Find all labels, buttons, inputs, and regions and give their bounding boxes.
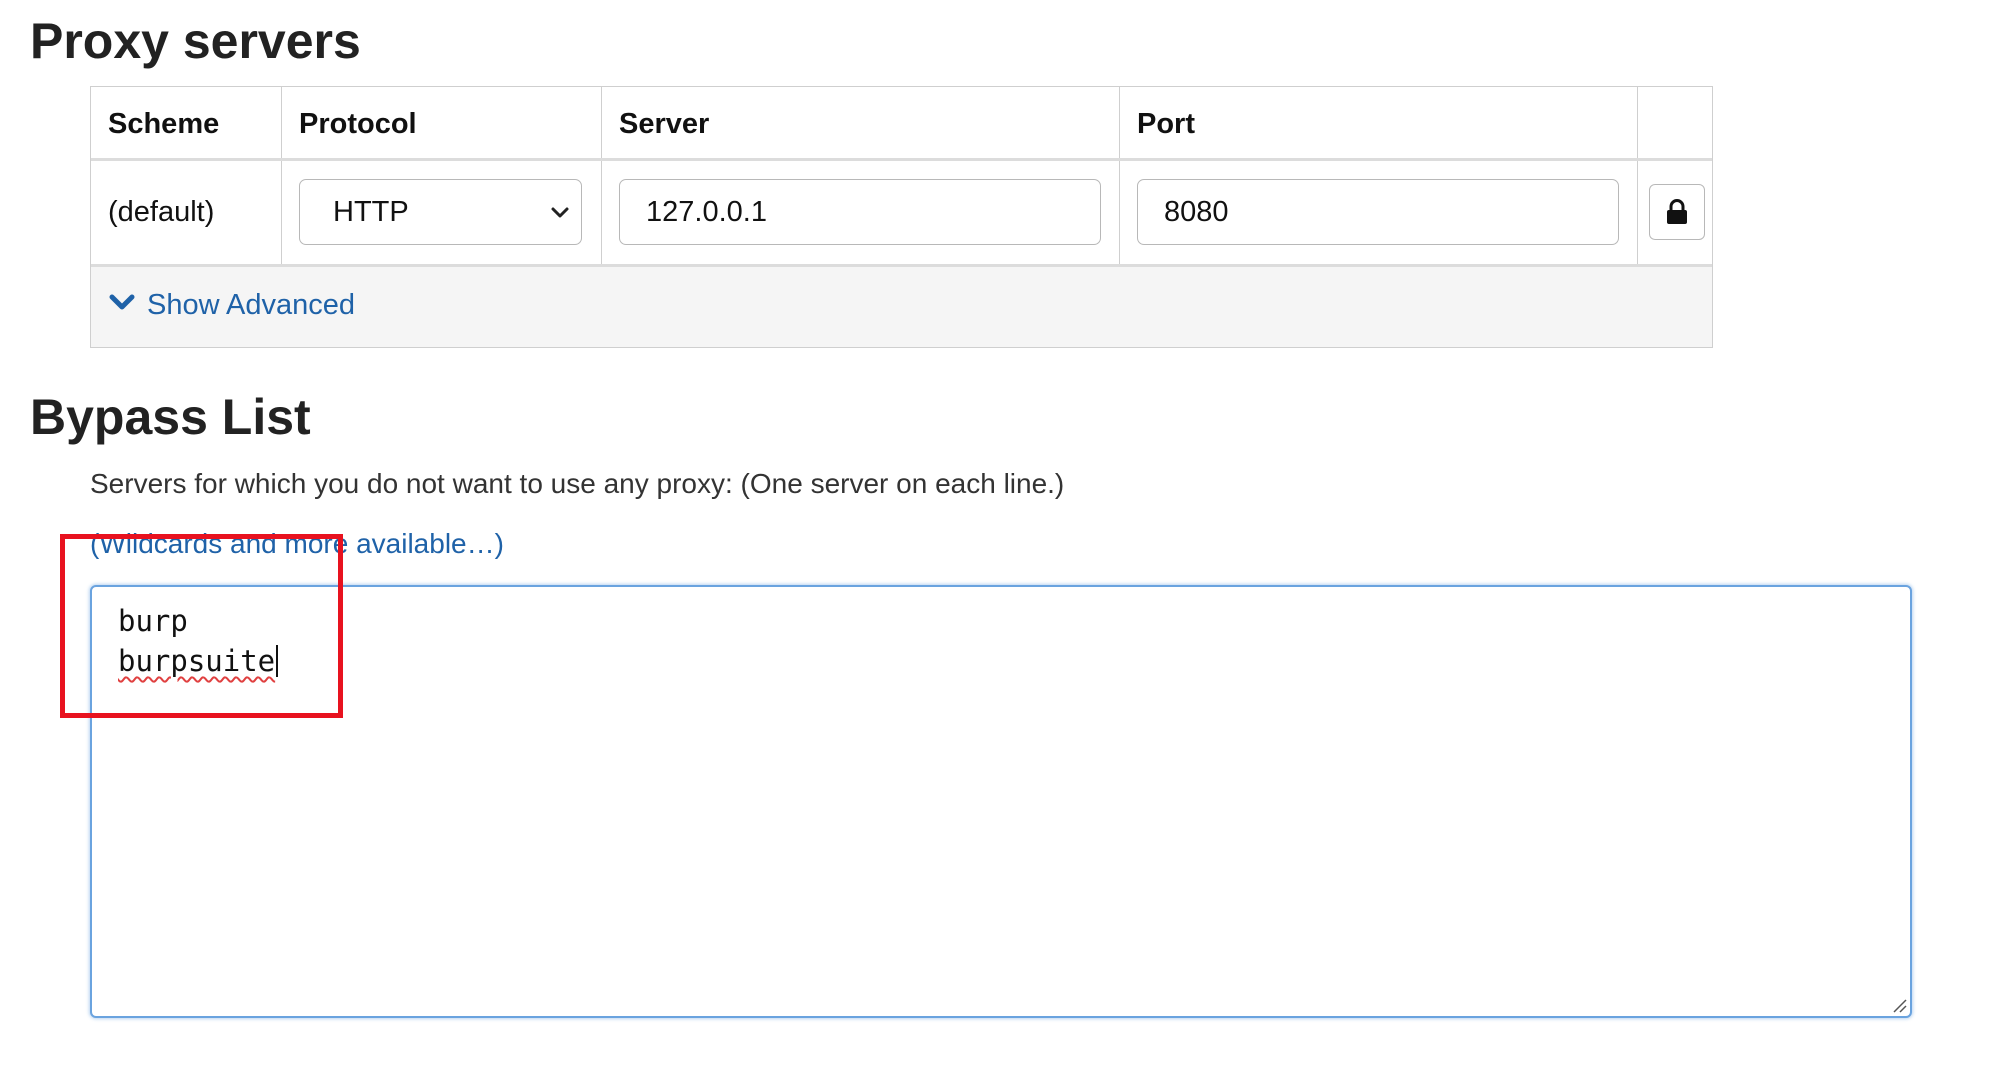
bypass-entry-text: burp <box>118 604 188 638</box>
bypass-entry: burpsuite <box>118 644 279 678</box>
server-input[interactable] <box>619 179 1101 245</box>
bypass-list-textarea[interactable]: burp burpsuite <box>90 585 1912 1018</box>
bypass-list-title: Bypass List <box>30 389 311 445</box>
protocol-cell: HTTP <box>282 161 602 264</box>
protocol-selected-value: HTTP <box>333 196 409 228</box>
lock-icon <box>1667 199 1687 224</box>
header-server: Server <box>619 108 710 140</box>
proxy-servers-table: Scheme Protocol Server Port (default) HT… <box>90 86 1713 348</box>
actions-cell <box>1638 161 1714 264</box>
table-header-row: Scheme Protocol Server Port <box>91 87 1712 161</box>
protocol-select[interactable]: HTTP <box>299 179 582 245</box>
scheme-cell: (default) <box>91 161 282 264</box>
server-cell <box>602 161 1120 264</box>
header-cell-scheme: Scheme <box>91 87 282 158</box>
chevron-down-icon <box>109 294 135 310</box>
show-advanced-label: Show Advanced <box>147 289 355 321</box>
lock-button[interactable] <box>1649 184 1705 240</box>
header-cell-server: Server <box>602 87 1120 158</box>
show-advanced-link[interactable]: Show Advanced <box>109 285 355 325</box>
header-cell-protocol: Protocol <box>282 87 602 158</box>
wildcards-link[interactable]: (Wildcards and more available…) <box>90 527 504 561</box>
bypass-entry: burp <box>118 604 188 638</box>
header-cell-actions <box>1638 87 1714 158</box>
port-input[interactable] <box>1137 179 1619 245</box>
header-cell-port: Port <box>1120 87 1638 158</box>
header-protocol: Protocol <box>299 108 417 140</box>
chevron-down-icon <box>551 207 569 218</box>
header-scheme: Scheme <box>108 108 220 140</box>
table-row: (default) HTTP <box>91 161 1712 267</box>
text-caret <box>276 645 279 677</box>
bypass-list-description: Servers for which you do not want to use… <box>90 468 1065 499</box>
page-title: Proxy servers <box>30 13 361 69</box>
advanced-row: Show Advanced <box>91 267 1712 347</box>
port-cell <box>1120 161 1638 264</box>
bypass-entry-text: burpsuite <box>118 644 276 678</box>
header-port: Port <box>1137 108 1195 140</box>
scheme-value: (default) <box>108 196 215 228</box>
resize-grip-icon[interactable] <box>1891 997 1907 1013</box>
